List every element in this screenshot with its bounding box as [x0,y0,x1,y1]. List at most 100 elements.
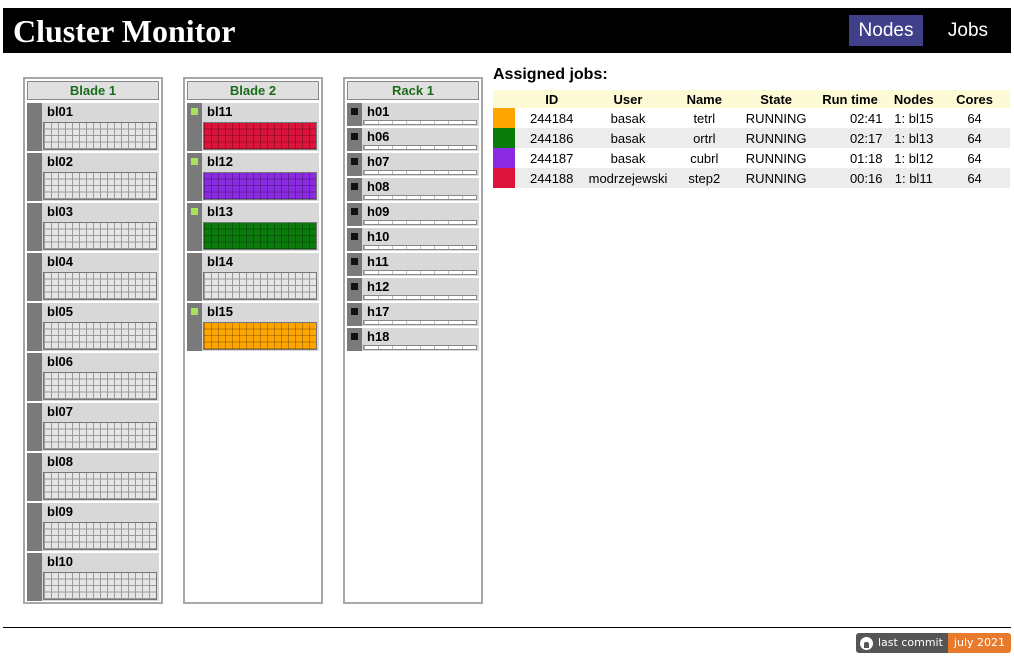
group-blade-1: Blade 1 bl01 bl02 bl03 bl04 bl05 bl06 bl07 bl08… [23,77,163,604]
node-status-led-icon [351,108,358,115]
node-bl14[interactable]: bl14 [187,253,319,301]
node-name: bl09 [47,504,74,519]
job-user: basak [610,150,646,166]
node-h17[interactable]: h17 [347,303,479,326]
node-name: h06 [367,129,390,144]
node-bl12[interactable]: bl12 [187,153,319,201]
column-header-state[interactable]: State [740,90,812,108]
column-header-user[interactable]: User [588,90,668,108]
job-nodes: 1: bl12 [894,150,934,166]
node-status-strip [27,403,42,451]
node-load-bar [363,245,477,250]
column-header-cores[interactable]: Cores [939,90,1010,108]
node-h01[interactable]: h01 [347,103,479,126]
node-load-bar [363,120,477,125]
node-status-led-icon [191,208,198,215]
node-h12[interactable]: h12 [347,278,479,301]
node-name: bl04 [47,254,74,269]
node-bl11[interactable]: bl11 [187,103,319,151]
node-status-led-icon [191,308,198,315]
node-bl08[interactable]: bl08 [27,453,159,501]
node-bl04[interactable]: bl04 [27,253,159,301]
column-header-id[interactable]: ID [515,90,589,108]
group-title: Blade 2 [187,81,319,100]
group-rack-1: Rack 1 h01 h06 h07 h08 h09 h10 h11 h12 h17 h18 [343,77,483,604]
job-color-cell [493,168,516,188]
column-header-name[interactable]: Name [667,90,741,108]
node-h10[interactable]: h10 [347,228,479,251]
column-header-runtime[interactable]: Run time [811,90,889,108]
core-grid [43,472,157,500]
footer-divider [3,627,1011,628]
job-id: 244188 [515,168,589,188]
node-bl05[interactable]: bl05 [27,303,159,351]
node-bl09[interactable]: bl09 [27,503,159,551]
node-status-led-icon [191,108,198,115]
node-name: h18 [367,329,390,344]
node-bl06[interactable]: bl06 [27,353,159,401]
core-grid [203,222,317,250]
node-bl03[interactable]: bl03 [27,203,159,251]
node-status-strip [27,453,42,501]
node-h08[interactable]: h08 [347,178,479,201]
node-status-strip [27,503,42,551]
job-color-swatch [493,128,515,148]
node-h18[interactable]: h18 [347,328,479,351]
node-name: h17 [367,304,390,319]
node-status-strip [187,253,202,301]
group-blade-2: Blade 2 bl11 bl12 bl13 bl14 bl15 [183,77,323,604]
nav-jobs-tab[interactable]: Jobs [938,15,998,46]
node-status-led-icon [351,158,358,165]
node-name: bl06 [47,354,74,369]
node-bl02[interactable]: bl02 [27,153,159,201]
job-name: step2 [667,168,741,188]
node-load-bar [363,220,477,225]
badge-left: last commit [856,633,948,653]
jobs-header-row: ID User Name State Run time Nodes Cores [493,90,1010,108]
group-title: Rack 1 [347,81,479,100]
node-name: h09 [367,204,390,219]
node-name: bl10 [47,554,74,569]
job-user: basak [588,128,668,148]
node-bl13[interactable]: bl13 [187,203,319,251]
job-cores: 64 [967,150,982,166]
nav-nodes-tab[interactable]: Nodes [849,15,923,46]
node-name: h11 [367,254,389,269]
core-grid [43,422,157,450]
node-load-bar [363,295,477,300]
node-bl15[interactable]: bl15 [187,303,319,351]
job-runtime: 01:18 [849,150,883,166]
job-row[interactable]: 244186 basak ortrl RUNNING 02:17 1: bl13 64 [493,128,1010,148]
core-grid [203,122,317,150]
column-header-nodes[interactable]: Nodes [888,90,940,108]
core-grid [43,122,157,150]
node-name: h10 [367,229,390,244]
node-name: h07 [367,154,390,169]
job-row[interactable]: 244188 modrzejewski step2 RUNNING 00:16 1: bl… [493,168,1010,188]
node-h06[interactable]: h06 [347,128,479,151]
node-name: bl08 [47,454,74,469]
node-h07[interactable]: h07 [347,153,479,176]
node-bl10[interactable]: bl10 [27,553,159,601]
node-h09[interactable]: h09 [347,203,479,226]
job-color-cell [493,128,516,148]
last-commit-badge[interactable]: last commit july 2021 [856,633,1012,653]
node-load-bar [363,145,477,150]
node-status-led-icon [351,258,358,265]
node-name: h12 [367,279,390,294]
node-name: bl13 [207,204,234,219]
node-status-led-icon [351,233,358,240]
node-h11[interactable]: h11 [347,253,479,276]
job-name: tetrl [693,110,716,126]
job-row[interactable]: 244187 basak cubrl RUNNING 01:18 1: bl12 64 [493,148,1010,168]
job-color-swatch [493,148,515,168]
job-id: 244186 [515,128,589,148]
job-id: 244184 [530,110,574,126]
node-bl01[interactable]: bl01 [27,103,159,151]
job-row[interactable]: 244184 basak tetrl RUNNING 02:41 1: bl15 64 [493,108,1010,128]
node-name: bl07 [47,404,74,419]
header-bar: Cluster Monitor Nodes Jobs [3,8,1011,53]
node-bl07[interactable]: bl07 [27,403,159,451]
app-title: Cluster Monitor [13,13,236,49]
node-load-bar [363,345,477,350]
